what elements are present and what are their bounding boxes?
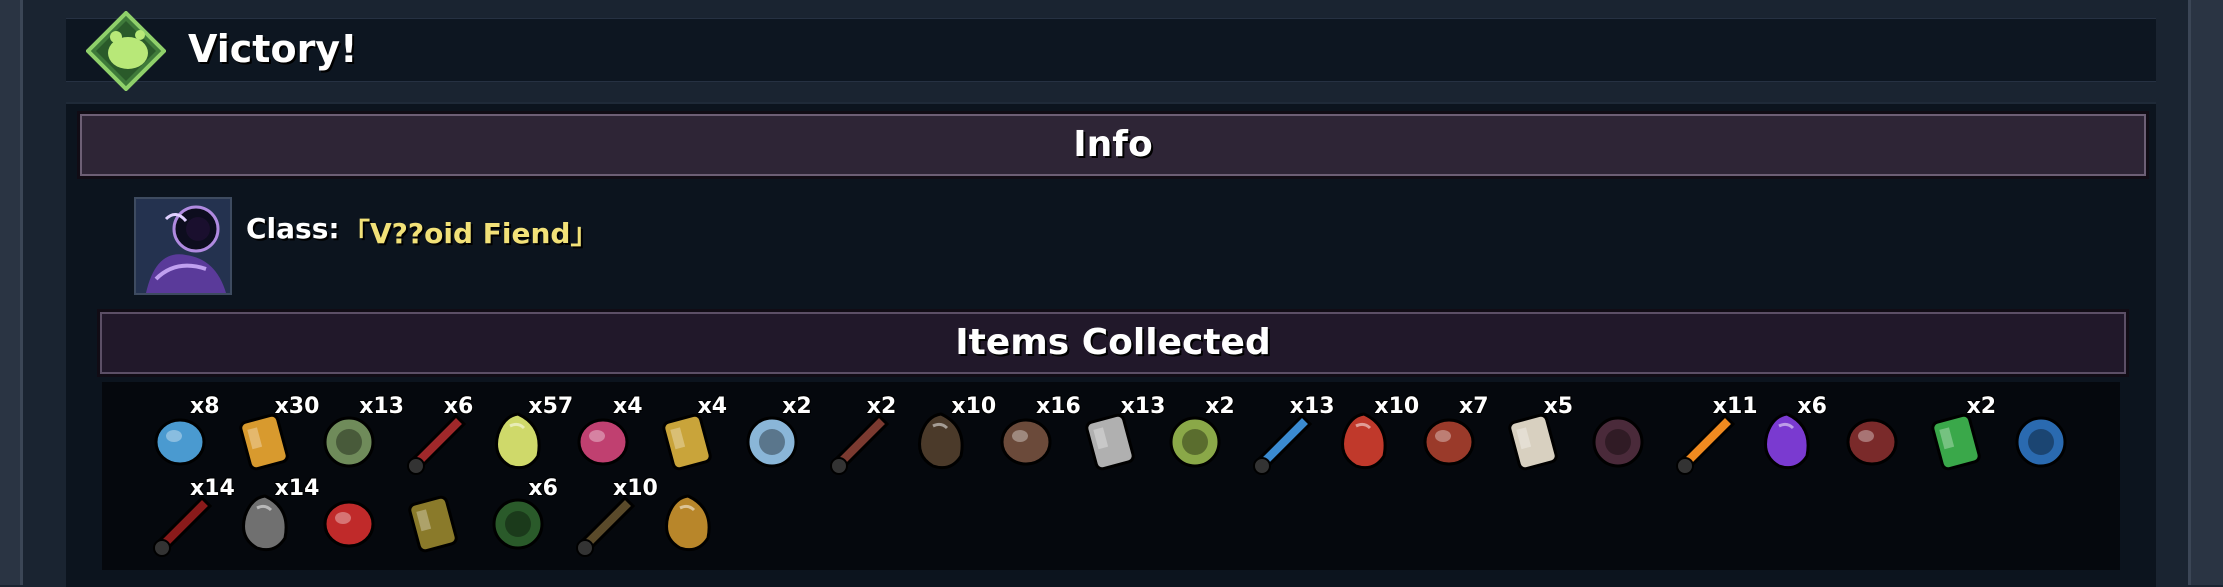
red-book-icon[interactable]: x6	[396, 394, 480, 480]
items-grid: x8 x30 x13 x6 x57 x4 x4 x2 x2 x10 x16 x13 x2 x13 x10 x7…	[102, 382, 2120, 570]
purple-card-icon[interactable]: x6	[1749, 394, 1833, 480]
void-drone-icon-glyph	[2015, 416, 2067, 468]
coiled-spring-icon-glyph	[1846, 418, 1898, 466]
leather-belt-icon[interactable]: x2	[819, 394, 903, 480]
victory-header: Victory!	[66, 10, 2156, 92]
class-label: Class:	[246, 212, 340, 245]
purple-crystal-icon[interactable]: x4	[565, 394, 649, 480]
bandage-roll-icon[interactable]: x5	[1496, 394, 1580, 480]
info-heading-bar: Info	[80, 114, 2146, 176]
black-tentacle-icon[interactable]: x13	[1073, 394, 1165, 480]
items-collected-heading-bar: Items Collected	[100, 312, 2126, 374]
coiled-spring-icon[interactable]	[1834, 396, 1918, 480]
right-frame-edge	[2188, 0, 2223, 585]
amber-beetle-icon[interactable]: x30	[227, 394, 319, 480]
item-count: x7	[1459, 394, 1489, 419]
item-count: x6	[528, 476, 558, 501]
item-count: x2	[782, 394, 812, 419]
class-value: 「V??oid Fiend」	[342, 217, 599, 250]
gold-coin-icon[interactable]: x4	[650, 394, 734, 480]
teddy-bear-icon[interactable]: x16	[988, 394, 1081, 480]
void-drone-icon[interactable]	[2003, 396, 2087, 480]
blue-feather-icon[interactable]: x13	[1242, 394, 1335, 480]
gold-idol-icon-glyph	[664, 494, 711, 552]
dark-egg-icon-glyph	[1592, 416, 1644, 468]
syringe-icon[interactable]: x57	[480, 394, 573, 480]
green-sword-icon[interactable]: x2	[1919, 394, 2003, 480]
gold-idol-icon[interactable]	[650, 478, 734, 562]
blood-cup-icon[interactable]: x14	[142, 476, 235, 562]
sunglasses-icon[interactable]: x10	[1326, 394, 1419, 480]
blue-turtle-icon[interactable]: x8	[142, 394, 226, 480]
dark-egg-icon[interactable]	[1580, 396, 1664, 480]
orange-lollipop-icon[interactable]: x11	[1665, 394, 1758, 480]
red-mohawk-icon[interactable]: x7	[1411, 394, 1495, 480]
silver-ring-icon[interactable]: x2	[734, 394, 818, 480]
victory-title: Victory!	[188, 27, 358, 71]
item-count: x6	[443, 394, 474, 419]
fuel-canister-icon-glyph	[323, 500, 375, 548]
fuel-canister-icon[interactable]	[311, 478, 395, 562]
gold-gear-icon-glyph	[408, 495, 458, 553]
void-fiend-portrait-icon[interactable]	[134, 197, 232, 295]
item-count: x2	[1205, 394, 1235, 419]
brown-bag-icon[interactable]: x10	[565, 476, 658, 562]
item-count: x4	[613, 394, 643, 419]
green-diamond-blob-icon	[85, 10, 167, 92]
info-heading: Info	[1073, 124, 1153, 165]
item-count: x2	[1966, 394, 1997, 419]
grey-gauntlet-icon[interactable]: x14	[227, 476, 319, 562]
items-collected-heading: Items Collected	[955, 322, 1271, 363]
gold-gear-icon[interactable]	[396, 478, 480, 562]
green-jar-icon[interactable]: x13	[311, 394, 404, 480]
green-boot-icon[interactable]: x6	[480, 476, 564, 562]
left-frame-edge	[0, 0, 23, 585]
item-count: x2	[866, 394, 897, 419]
item-count: x8	[190, 394, 220, 419]
item-count: x4	[697, 394, 728, 419]
hanging-seed-icon[interactable]: x2	[1157, 394, 1241, 480]
guitar-icon[interactable]: x10	[903, 394, 996, 480]
item-count: x5	[1543, 394, 1574, 419]
item-count: x6	[1797, 394, 1827, 419]
